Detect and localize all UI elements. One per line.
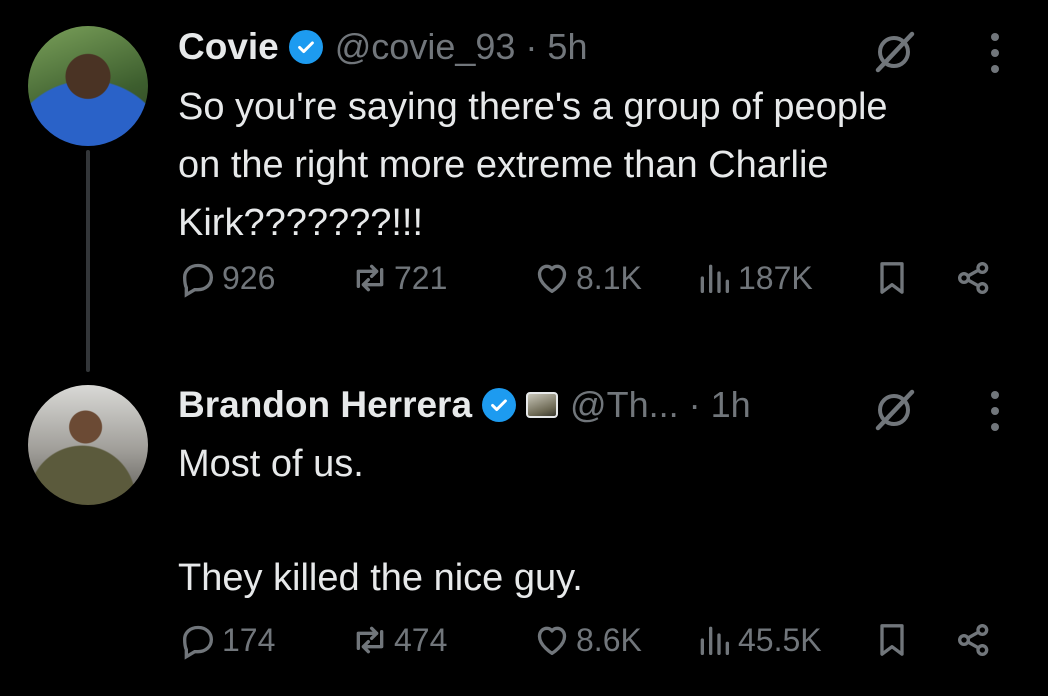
repost-count: 721 (394, 259, 448, 296)
reply-icon (182, 263, 214, 298)
verified-badge-icon (482, 388, 517, 422)
separator-dot: · (525, 26, 538, 67)
views-count: 187K (738, 259, 813, 296)
reply-count: 174 (222, 621, 276, 658)
tweet-text: So you're saying there's a group of peop… (178, 86, 888, 244)
views-icon (700, 264, 729, 293)
tweet-thread: Covie @covie_93 · 5h So you're saying th… (0, 0, 1048, 696)
like-icon (537, 264, 567, 293)
repost-button[interactable]: 474 (350, 618, 447, 662)
avatar-brandon-herrera[interactable] (28, 385, 148, 505)
reply-button[interactable]: 926 (178, 256, 275, 300)
retweet-icon (356, 626, 384, 654)
repost-button[interactable]: 721 (350, 256, 447, 300)
tweet-timestamp[interactable]: 5h (547, 26, 587, 68)
repost-count: 474 (394, 621, 448, 658)
bookmark-icon (880, 624, 904, 656)
share-icon (958, 262, 989, 294)
views-count: 45.5K (738, 621, 822, 658)
like-button[interactable]: 8.6K (532, 618, 642, 662)
like-count: 8.6K (576, 621, 642, 658)
more-icon[interactable] (984, 30, 1006, 76)
bookmark-button[interactable] (872, 256, 912, 300)
bookmark-icon (880, 262, 904, 294)
bookmark-button[interactable] (872, 618, 912, 662)
like-count: 8.1K (576, 259, 642, 296)
like-icon (537, 626, 567, 655)
verified-badge-icon (288, 30, 323, 64)
author-name[interactable]: Covie (178, 26, 279, 68)
grok-icon[interactable] (870, 386, 918, 434)
author-handle[interactable]: @covie_93 (335, 26, 516, 68)
views-button[interactable]: 187K (694, 256, 813, 300)
thread-connector-line (86, 150, 90, 372)
tweet-timestamp[interactable]: 1h (711, 384, 751, 426)
author-name[interactable]: Brandon Herrera (178, 384, 472, 426)
retweet-icon (356, 264, 384, 292)
like-button[interactable]: 8.1K (532, 256, 642, 300)
tweet-covie[interactable]: Covie @covie_93 · 5h So you're saying th… (178, 22, 1008, 362)
more-icon[interactable] (984, 388, 1006, 434)
reply-button[interactable]: 174 (178, 618, 275, 662)
affiliate-badge-icon[interactable] (526, 392, 559, 418)
tweet-brandon-herrera[interactable]: Brandon Herrera @Th... · 1h Most of us. … (178, 380, 1008, 696)
author-handle[interactable]: @Th... (570, 384, 679, 426)
share-button[interactable] (954, 256, 994, 300)
grok-icon[interactable] (870, 28, 918, 76)
tweet-text: Most of us. They killed the nice guy. (178, 443, 583, 599)
reply-icon (182, 625, 214, 660)
share-icon (958, 624, 989, 656)
separator-dot: · (688, 384, 701, 425)
reply-count: 926 (222, 259, 276, 296)
avatar-covie[interactable] (28, 26, 148, 146)
share-button[interactable] (954, 618, 994, 662)
views-button[interactable]: 45.5K (694, 618, 822, 662)
views-icon (700, 626, 729, 655)
